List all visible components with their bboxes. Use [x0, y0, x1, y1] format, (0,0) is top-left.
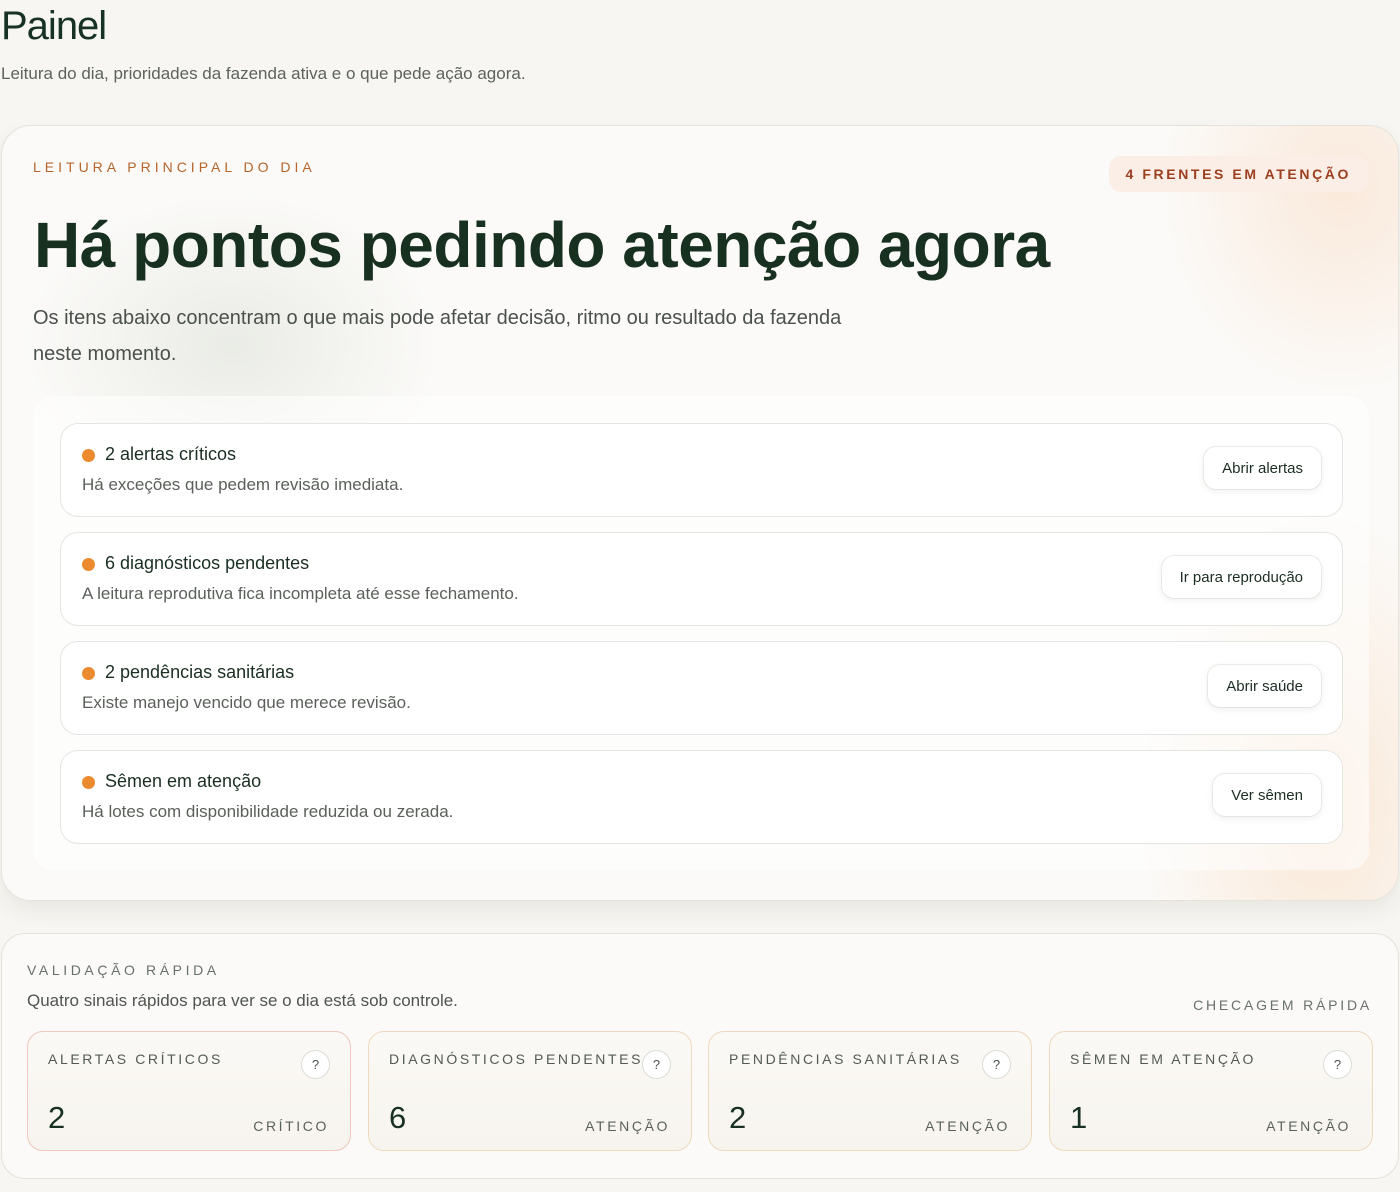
attention-badge: 4 FRENTES EM ATENÇÃO	[1108, 156, 1368, 192]
metric-label: ALERTAS CRÍTICOS	[48, 1051, 223, 1067]
open-alerts-button[interactable]: Abrir alertas	[1204, 447, 1321, 489]
view-semen-button[interactable]: Ver sêmen	[1213, 774, 1321, 816]
priority-item-diagnostics: 6 diagnósticos pendentes A leitura repro…	[60, 532, 1343, 626]
metric-status: ATENÇÃO	[925, 1118, 1010, 1134]
hero-description: Os itens abaixo concentram o que mais po…	[33, 307, 842, 365]
priority-item-health: 2 pendências sanitárias Existe manejo ve…	[60, 641, 1343, 735]
priority-list: 2 alertas críticos Há exceções que pedem…	[33, 396, 1369, 870]
priority-item-title: 2 pendências sanitárias	[105, 662, 295, 682]
metric-card-health-pending: PENDÊNCIAS SANITÁRIAS ? 2 ATENÇÃO	[708, 1031, 1032, 1151]
help-icon[interactable]: ?	[982, 1050, 1011, 1079]
main-reading-card: LEITURA PRINCIPAL DO DIA 4 FRENTES EM AT…	[1, 125, 1399, 901]
status-dot-icon	[82, 667, 95, 680]
metric-value: 2	[48, 1100, 66, 1135]
metric-status: ATENÇÃO	[585, 1118, 670, 1134]
hero-eyebrow: LEITURA PRINCIPAL DO DIA	[33, 159, 316, 175]
priority-item-description: Há lotes com disponibilidade reduzida ou…	[82, 802, 454, 821]
metric-value: 1	[1070, 1100, 1088, 1135]
help-icon[interactable]: ?	[642, 1050, 671, 1079]
priority-item-description: A leitura reprodutiva fica incompleta at…	[82, 584, 519, 603]
help-icon[interactable]: ?	[301, 1050, 330, 1079]
go-to-reproduction-button[interactable]: Ir para reprodução	[1161, 556, 1321, 598]
metric-label: SÊMEN EM ATENÇÃO	[1070, 1051, 1257, 1067]
metric-value: 2	[729, 1100, 747, 1135]
priority-item-description: Existe manejo vencido que merece revisão…	[82, 693, 411, 712]
hero-title: Há pontos pedindo atenção agora	[34, 209, 1050, 281]
metric-card-semen-attention: SÊMEN EM ATENÇÃO ? 1 ATENÇÃO	[1049, 1031, 1373, 1151]
priority-item-title: 2 alertas críticos	[105, 444, 237, 464]
status-dot-icon	[82, 558, 95, 571]
quick-check-label: CHECAGEM RÁPIDA	[1193, 997, 1372, 1013]
open-health-button[interactable]: Abrir saúde	[1208, 665, 1321, 707]
priority-item-title: Sêmen em atenção	[105, 771, 262, 791]
priority-item-title: 6 diagnósticos pendentes	[105, 553, 310, 573]
metric-status: ATENÇÃO	[1266, 1118, 1351, 1134]
quick-validation-section: VALIDAÇÃO RÁPIDA Quatro sinais rápidos p…	[1, 933, 1399, 1179]
status-dot-icon	[82, 776, 95, 789]
priority-item-semen: Sêmen em atenção Há lotes com disponibil…	[60, 750, 1343, 844]
help-icon[interactable]: ?	[1323, 1050, 1352, 1079]
metric-value: 6	[389, 1100, 407, 1135]
page-subtitle: Leitura do dia, prioridades da fazenda a…	[1, 64, 526, 83]
validation-description: Quatro sinais rápidos para ver se o dia …	[27, 991, 458, 1010]
page-title: Painel	[1, 4, 107, 48]
priority-item-alerts: 2 alertas críticos Há exceções que pedem…	[60, 423, 1343, 517]
metric-card-critical-alerts: ALERTAS CRÍTICOS ? 2 CRÍTICO	[27, 1031, 351, 1151]
priority-item-description: Há exceções que pedem revisão imediata.	[82, 475, 404, 494]
metric-status: CRÍTICO	[253, 1118, 329, 1134]
validation-eyebrow: VALIDAÇÃO RÁPIDA	[27, 962, 220, 978]
status-dot-icon	[82, 449, 95, 462]
metric-label: PENDÊNCIAS SANITÁRIAS	[729, 1051, 962, 1067]
metric-label: DIAGNÓSTICOS PENDENTES	[389, 1051, 644, 1067]
metric-card-pending-diagnostics: DIAGNÓSTICOS PENDENTES ? 6 ATENÇÃO	[368, 1031, 692, 1151]
